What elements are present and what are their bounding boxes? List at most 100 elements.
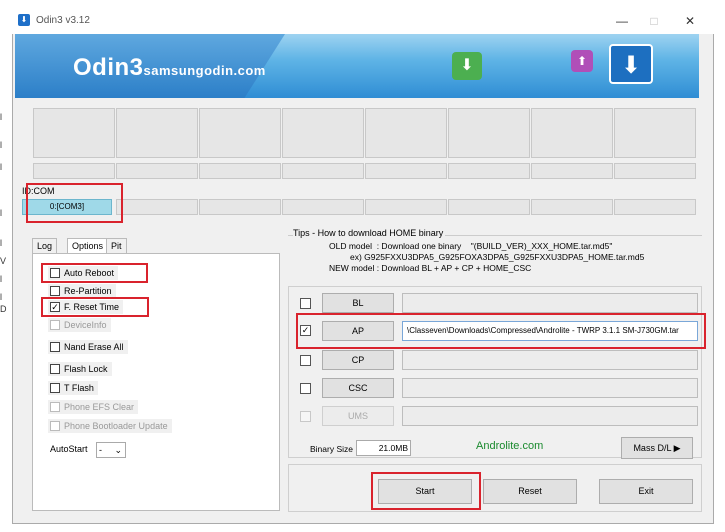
device-info-checkbox[interactable] [50, 320, 60, 330]
com-port-slot [199, 199, 281, 215]
tips-line-example: ex) G925FXXU3DPA5_G925FOXA3DPA5_G925FXXU… [350, 252, 645, 262]
port-progress-slot [282, 108, 364, 158]
com-port-slot [614, 199, 696, 215]
port-status-slot [33, 163, 115, 179]
background-text: l [0, 140, 2, 150]
port-progress-slot [365, 108, 447, 158]
tab-log[interactable]: Log [32, 238, 58, 254]
com-port-slot [116, 199, 198, 215]
ums-file-path[interactable] [402, 406, 698, 426]
tips-line-new-model: NEW model : Download BL + AP + CP + HOME… [329, 263, 532, 273]
flash-lock-checkbox[interactable] [50, 364, 60, 374]
highlight-box-ap [296, 313, 706, 349]
csc-checkbox[interactable] [300, 383, 311, 394]
com-port-slot [282, 199, 364, 215]
csc-button[interactable]: CSC [322, 378, 394, 398]
port-status-slot [614, 163, 696, 179]
background-text: l [0, 238, 2, 248]
phone-bootloader-update-option[interactable]: Phone Bootloader Update [48, 419, 172, 433]
banner-brand: Odin3 [73, 54, 144, 81]
highlight-box-f-reset-time [41, 297, 149, 317]
phone-efs-clear-checkbox[interactable] [50, 402, 60, 412]
ums-checkbox[interactable] [300, 411, 311, 422]
download-arrow-icon: ⬇ [452, 52, 482, 80]
binary-size-label: Binary Size [310, 444, 353, 454]
port-progress-slot [33, 108, 115, 158]
exit-button[interactable]: Exit [599, 479, 693, 504]
csc-file-path[interactable] [402, 378, 698, 398]
minimize-button[interactable]: — [610, 12, 634, 30]
port-progress-slot [448, 108, 530, 158]
bl-file-path[interactable] [402, 293, 698, 313]
tips-title: Tips - How to download HOME binary [293, 228, 446, 238]
tab-options[interactable]: Options [67, 238, 109, 254]
binary-size-value: 21.0MB [356, 440, 411, 456]
phone-efs-clear-option[interactable]: Phone EFS Clear [48, 400, 139, 414]
odin-banner: Odin3samsungodin.com ⬇ ⬆ ⬇ [15, 34, 699, 98]
port-status-slot [448, 163, 530, 179]
tips-line-old-model: OLD model : Download one binary "(BUILD_… [329, 241, 613, 251]
autostart-value: - [99, 445, 102, 455]
port-status-slot [531, 163, 613, 179]
phone-bootloader-update-label: Phone Bootloader Update [64, 421, 168, 431]
port-progress-slot [531, 108, 613, 158]
flash-lock-option[interactable]: Flash Lock [48, 362, 112, 376]
nand-erase-all-checkbox[interactable] [50, 342, 60, 352]
autostart-label: AutoStart [50, 444, 88, 454]
re-partition-option[interactable]: Re-Partition [48, 284, 116, 298]
nand-erase-all-option[interactable]: Nand Erase All [48, 340, 128, 354]
bl-button[interactable]: BL [322, 293, 394, 313]
re-partition-checkbox[interactable] [50, 286, 60, 296]
maximize-button[interactable]: □ [642, 12, 666, 30]
background-text: l [0, 274, 2, 284]
banner-title: Odin3samsungodin.com [73, 54, 266, 82]
background-text: D [0, 304, 7, 314]
phone-efs-clear-label: Phone EFS Clear [64, 402, 135, 412]
port-progress-slot [199, 108, 281, 158]
port-status-slot [199, 163, 281, 179]
background-text: l [0, 162, 2, 172]
mass-dl-button[interactable]: Mass D/L ▶ [621, 437, 693, 459]
upload-arrow-icon: ⬆ [571, 50, 593, 72]
background-text: l [0, 208, 2, 218]
device-info-option[interactable]: DeviceInfo [48, 318, 111, 332]
close-button[interactable]: ✕ [678, 12, 702, 30]
port-status-slot [116, 163, 198, 179]
title-bar[interactable]: ⬇ Odin3 v3.12 — □ ✕ [12, 8, 714, 34]
ums-button[interactable]: UMS [322, 406, 394, 426]
chevron-down-icon: ⌄ [114, 445, 122, 455]
banner-site: samsungodin.com [143, 63, 266, 78]
bl-checkbox[interactable] [300, 298, 311, 309]
t-flash-checkbox[interactable] [50, 383, 60, 393]
window-title: Odin3 v3.12 [36, 15, 90, 26]
download-arrow-icon: ⬇ [609, 44, 653, 84]
flash-lock-label: Flash Lock [64, 364, 108, 374]
port-status-slot [365, 163, 447, 179]
nand-erase-all-label: Nand Erase All [64, 342, 124, 352]
background-text: l [0, 112, 2, 122]
background-text: V [0, 256, 7, 266]
device-info-label: DeviceInfo [64, 320, 107, 330]
reset-button[interactable]: Reset [483, 479, 577, 504]
port-status-slot [282, 163, 364, 179]
com-port-slot [531, 199, 613, 215]
com-port-slot [448, 199, 530, 215]
background-text: l [0, 292, 2, 302]
cp-file-path[interactable] [402, 350, 698, 370]
re-partition-label: Re-Partition [64, 286, 112, 296]
port-progress-slot [614, 108, 696, 158]
phone-bootloader-update-checkbox[interactable] [50, 421, 60, 431]
t-flash-label: T Flash [64, 383, 94, 393]
highlight-box-start [371, 472, 481, 510]
tab-pit[interactable]: Pit [106, 238, 127, 254]
highlight-box-idcom [26, 183, 123, 223]
odin-app-icon: ⬇ [18, 14, 30, 26]
com-port-slot [365, 199, 447, 215]
highlight-box-auto-reboot [41, 263, 148, 283]
androlite-watermark: Androlite.com [476, 440, 544, 452]
autostart-select[interactable]: - ⌄ [96, 442, 126, 458]
t-flash-option[interactable]: T Flash [48, 381, 98, 395]
cp-button[interactable]: CP [322, 350, 394, 370]
port-progress-slot [116, 108, 198, 158]
cp-checkbox[interactable] [300, 355, 311, 366]
